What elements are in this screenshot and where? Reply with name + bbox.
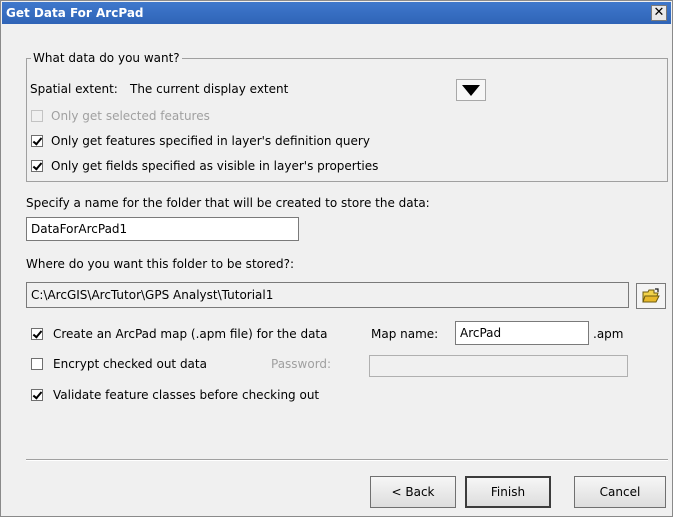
get-data-dialog: Get Data For ArcPad ✕ What data do you w… xyxy=(0,0,673,517)
validate-checkbox[interactable] xyxy=(31,389,43,401)
cancel-button[interactable]: Cancel xyxy=(574,476,666,508)
map-extension-label: .apm xyxy=(593,327,624,341)
window-title: Get Data For ArcPad xyxy=(6,6,144,20)
only-selected-features-label: Only get selected features xyxy=(51,109,210,123)
visible-fields-checkbox[interactable] xyxy=(31,160,43,172)
group-legend: What data do you want? xyxy=(31,51,182,65)
only-selected-features-checkbox[interactable] xyxy=(31,110,43,122)
definition-query-label: Only get features specified in layer's d… xyxy=(51,134,370,148)
folder-location-label: Where do you want this folder to be stor… xyxy=(26,257,295,271)
map-name-label: Map name: xyxy=(371,327,439,341)
close-icon: ✕ xyxy=(653,5,665,20)
browse-folder-button[interactable] xyxy=(636,283,666,309)
spatial-extent-label: Spatial extent: xyxy=(30,82,118,96)
definition-query-checkbox[interactable] xyxy=(31,135,43,147)
visible-fields-label: Only get fields specified as visible in … xyxy=(51,159,379,173)
encrypt-checkbox[interactable] xyxy=(31,358,43,370)
title-bar[interactable]: Get Data For ArcPad ✕ xyxy=(2,2,671,24)
folder-name-input[interactable]: DataForArcPad1 xyxy=(26,217,299,241)
map-name-input[interactable]: ArcPad xyxy=(455,321,589,345)
folder-name-label: Specify a name for the folder that will … xyxy=(26,196,430,210)
checkmark-icon xyxy=(32,328,43,339)
checkmark-icon xyxy=(32,135,43,146)
create-map-label: Create an ArcPad map (.apm file) for the… xyxy=(53,327,328,341)
validate-label: Validate feature classes before checking… xyxy=(53,388,320,402)
encrypt-label: Encrypt checked out data xyxy=(53,357,207,371)
chevron-down-icon xyxy=(462,85,480,96)
footer-divider xyxy=(26,459,668,461)
password-input[interactable] xyxy=(369,355,628,377)
password-label: Password: xyxy=(271,357,332,371)
folder-location-input[interactable]: C:\ArcGIS\ArcTutor\GPS Analyst\Tutorial1 xyxy=(26,282,629,308)
create-map-checkbox[interactable] xyxy=(31,328,43,340)
back-button[interactable]: < Back xyxy=(370,476,456,508)
folder-open-icon xyxy=(642,288,660,303)
close-button[interactable]: ✕ xyxy=(651,5,667,21)
checkmark-icon xyxy=(32,389,43,400)
spatial-extent-dropdown[interactable] xyxy=(456,79,486,101)
checkmark-icon xyxy=(32,160,43,171)
spatial-extent-value: The current display extent xyxy=(130,82,289,96)
finish-button[interactable]: Finish xyxy=(465,476,551,508)
